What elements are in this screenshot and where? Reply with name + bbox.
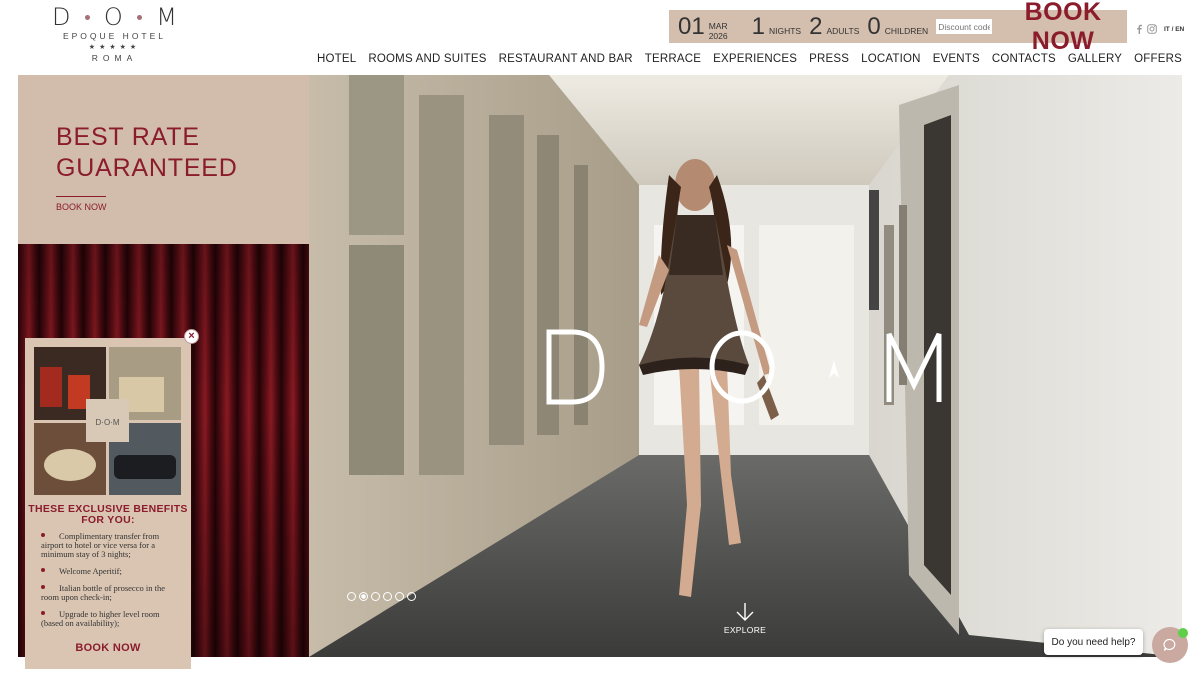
children-label: CHILDREN	[884, 25, 929, 36]
best-rate-title-line1: BEST RATE	[56, 123, 200, 151]
slide-dot[interactable]	[383, 592, 392, 601]
explore-label: EXPLORE	[723, 625, 767, 635]
benefit-item: Welcome Aperitif;	[41, 567, 175, 576]
logo-subtitle: EPOQUE HOTEL	[62, 31, 167, 41]
nav-item-experiences[interactable]: EXPERIENCES	[713, 53, 797, 65]
best-rate-title: BEST RATE GUARANTEED	[56, 122, 309, 184]
main-nav: HOTEL ROOMS AND SUITES RESTAURANT AND BA…	[317, 53, 1182, 65]
nav-item-press[interactable]: PRESS	[809, 53, 849, 65]
benefit-item: Upgrade to higher level room (based on a…	[41, 610, 175, 628]
nav-item-hotel[interactable]: HOTEL	[317, 53, 356, 65]
chat-icon	[1163, 638, 1176, 651]
logo-letter-o: O	[103, 3, 123, 31]
benefits-popup: D·O·M THESE EXCLUSIVE BENEFITS FOR YOU: …	[25, 338, 191, 669]
explore-button[interactable]: EXPLORE	[719, 603, 771, 635]
hero-logo-overlay	[546, 329, 942, 405]
adults-value[interactable]: 2	[809, 14, 822, 39]
nights-value[interactable]: 1	[752, 14, 765, 39]
book-now-button[interactable]: BOOK NOW	[999, 0, 1127, 56]
nav-item-offers[interactable]: OFFERS	[1134, 53, 1182, 65]
logo-stars: ★★★★★	[88, 44, 141, 51]
nav-item-events[interactable]: EVENTS	[933, 53, 980, 65]
facebook-icon[interactable]	[1136, 24, 1142, 34]
nav-item-location[interactable]: LOCATION	[861, 53, 921, 65]
slide-indicators	[347, 592, 416, 601]
close-icon[interactable]: ×	[184, 329, 199, 344]
nights-label: NIGHTS	[768, 25, 802, 36]
discount-code-input[interactable]	[936, 19, 993, 34]
logo-city: ROMA	[91, 53, 138, 63]
hero-slideshow[interactable]: EXPLORE	[309, 75, 1182, 657]
instagram-icon[interactable]	[1147, 24, 1157, 34]
slide-dot-active[interactable]	[359, 592, 368, 601]
benefit-item: Italian bottle of prosecco in the room u…	[41, 584, 175, 602]
slide-dot[interactable]	[371, 592, 380, 601]
logo-dot	[137, 14, 143, 20]
benefit-item: Complimentary transfer from airport to h…	[41, 532, 175, 559]
children-value[interactable]: 0	[867, 14, 880, 39]
benefits-list: Complimentary transfer from airport to h…	[41, 532, 175, 636]
best-rate-panel: BEST RATE GUARANTEED BOOK NOW	[18, 75, 309, 244]
slide-dot[interactable]	[407, 592, 416, 601]
logo-dot	[84, 14, 90, 20]
nav-item-contacts[interactable]: CONTACTS	[992, 53, 1056, 65]
best-rate-title-line2: GUARANTEED	[56, 154, 238, 182]
adults-label: ADULTS	[826, 25, 860, 36]
logo-wordmark: D O M	[52, 3, 177, 31]
nav-item-terrace[interactable]: TERRACE	[645, 53, 701, 65]
benefits-collage-image: D·O·M	[34, 347, 181, 495]
slide-dot[interactable]	[347, 592, 356, 601]
arrow-down-icon	[736, 603, 754, 621]
svg-text:D·O·M: D·O·M	[96, 418, 120, 427]
best-rate-book-link[interactable]: BOOK NOW	[56, 202, 309, 212]
best-rate-divider	[56, 196, 106, 197]
nav-item-restaurant-and-bar[interactable]: RESTAURANT AND BAR	[499, 53, 633, 65]
social-links: IT / EN	[1136, 24, 1184, 34]
logo-letter-d: D	[52, 3, 71, 31]
booking-bar: 01 MAR 2026 1 NIGHTS 2 ADULTS 0 CHILDREN…	[669, 0, 1127, 55]
chat-prompt[interactable]: Do you need help?	[1044, 629, 1143, 655]
popup-book-now-button[interactable]: BOOK NOW	[25, 642, 191, 654]
nav-item-rooms-and-suites[interactable]: ROOMS AND SUITES	[368, 53, 486, 65]
language-switcher[interactable]: IT / EN	[1164, 26, 1184, 33]
logo-letter-m: M	[156, 3, 177, 31]
checkin-month-year[interactable]: MAR 2026	[709, 21, 744, 41]
benefits-title: THESE EXCLUSIVE BENEFITS FOR YOU:	[28, 503, 188, 526]
nav-item-gallery[interactable]: GALLERY	[1068, 53, 1122, 65]
slide-dot[interactable]	[395, 592, 404, 601]
checkin-day[interactable]: 01	[678, 14, 705, 39]
online-status-dot	[1178, 628, 1188, 638]
hotel-logo[interactable]: D O M EPOQUE HOTEL ★★★★★ ROMA	[52, 3, 177, 63]
